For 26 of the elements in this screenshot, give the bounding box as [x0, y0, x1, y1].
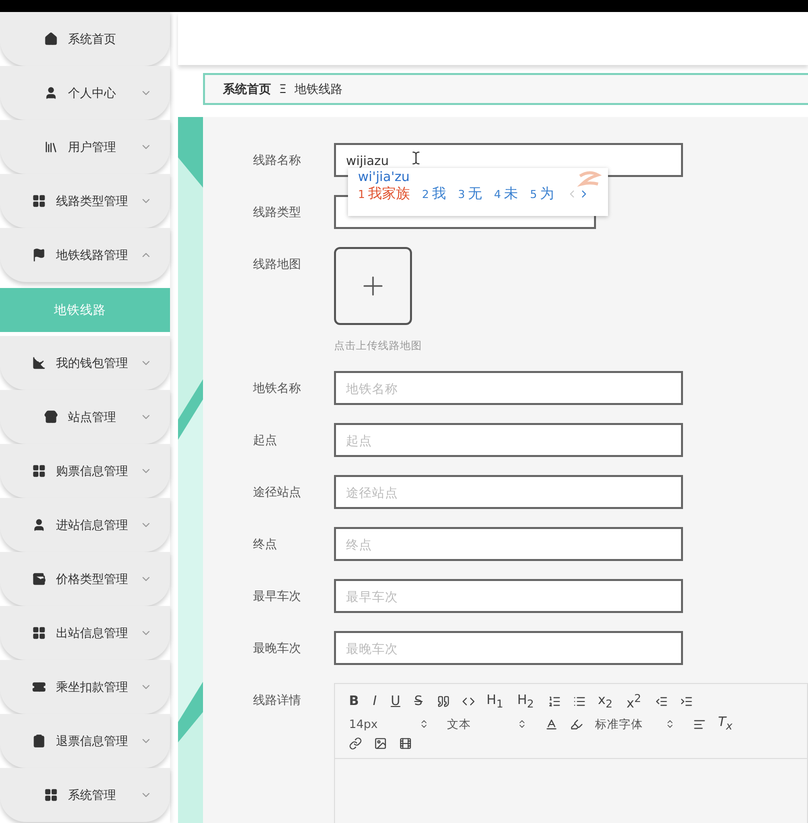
field-label: 线路地图 — [253, 256, 302, 273]
menu-label: 购票信息管理 — [56, 462, 128, 480]
field-label: 线路详情 — [253, 692, 302, 709]
menu-label: 乘坐扣款管理 — [56, 678, 128, 696]
field-label: 地铁名称 — [253, 380, 302, 397]
menu-label: 价格类型管理 — [56, 570, 128, 588]
field-label: 最早车次 — [253, 588, 302, 605]
field-label: 线路名称 — [253, 152, 302, 169]
menu-label: 系统首页 — [68, 30, 116, 48]
menu-label: 站点管理 — [68, 408, 116, 426]
menu-label: 出站信息管理 — [56, 624, 128, 642]
field-label: 起点 — [253, 432, 278, 449]
menu-label: 线路类型管理 — [56, 192, 128, 210]
menu-label: 地铁线路管理 — [56, 246, 128, 264]
field-label: 最晚车次 — [253, 640, 302, 657]
menu-label: 个人中心 — [68, 84, 116, 102]
upload-hint: 点击上传线路地图 — [334, 339, 422, 353]
menu-label: 系统管理 — [68, 786, 116, 804]
field-label: 途径站点 — [253, 484, 302, 501]
menu-label: 退票信息管理 — [56, 732, 128, 750]
menu-label: 进站信息管理 — [56, 516, 128, 534]
field-label: 线路类型 — [253, 204, 302, 221]
field-label: 终点 — [253, 536, 278, 553]
menu-label: 用户管理 — [68, 138, 116, 156]
breadcrumb-separator: Ξ — [279, 82, 287, 96]
menu-label: 我的钱包管理 — [56, 354, 128, 372]
